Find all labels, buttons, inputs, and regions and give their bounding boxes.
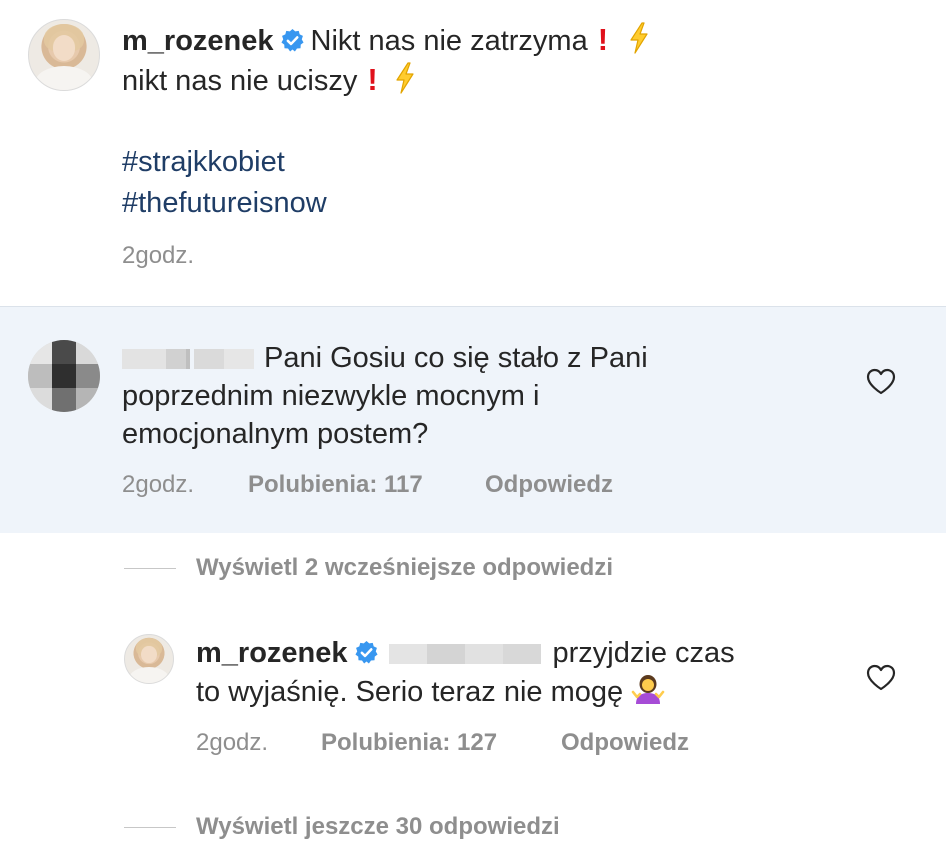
comment-timestamp: 2godz.	[122, 471, 195, 498]
avatar-face	[52, 35, 76, 61]
heart-outline-icon[interactable]	[866, 368, 896, 395]
avatar-shoulders	[128, 666, 170, 683]
lightning-emoji-icon	[396, 62, 414, 94]
lightning-emoji-icon	[630, 22, 648, 54]
caption-timestamp: 2godz.	[122, 242, 195, 269]
author-avatar[interactable]	[28, 19, 100, 91]
post-caption: m_rozenek Nikt nas nie zatrzyma! nikt nas…	[0, 0, 946, 306]
verified-badge-icon	[280, 29, 304, 52]
blurred-username[interactable]	[122, 349, 254, 370]
comment-text-3: emocjonalnym postem?	[122, 418, 429, 450]
caption-text-1: Nikt nas nie zatrzyma	[310, 25, 588, 57]
reply-line-2: to wyjaśnię. Serio teraz nie mogę	[196, 672, 665, 711]
heart-outline-icon[interactable]	[866, 664, 896, 691]
woman-shrugging-emoji-icon	[631, 675, 665, 704]
reply-text-2: to wyjaśnię. Serio teraz nie mogę	[196, 676, 624, 708]
red-exclamation-emoji-icon: !	[367, 62, 378, 97]
view-earlier-replies-button[interactable]: Wyświetl 2 wcześniejsze odpowiedzi	[124, 553, 724, 583]
reply-author-avatar[interactable]	[124, 634, 174, 684]
comment-text-1: Pani Gosiu co się stało z Pani	[264, 342, 648, 374]
caption-text-2: nikt nas nie uciszy	[122, 65, 358, 97]
reply-line-1: m_rozenek przyjdzie czas	[196, 634, 735, 672]
replies-divider-line	[124, 568, 176, 569]
verified-badge-icon	[354, 641, 378, 664]
commenter-avatar-blurred[interactable]	[28, 340, 100, 412]
comment-likes-count[interactable]: Polubienia: 117	[248, 470, 423, 500]
author-username[interactable]: m_rozenek	[122, 25, 274, 57]
replies-divider-line	[124, 827, 176, 828]
comment-text-2: poprzednim niezwykle mocnym i	[122, 380, 540, 412]
view-more-replies-button[interactable]: Wyświetl jeszcze 30 odpowiedzi	[124, 812, 724, 842]
comments-screen: m_rozenek Nikt nas nie zatrzyma! nikt nas…	[0, 0, 946, 858]
caption-line-1: m_rozenek Nikt nas nie zatrzyma!	[122, 21, 650, 60]
reply-likes-count[interactable]: Polubienia: 127	[321, 728, 497, 758]
comment-reply-button[interactable]: Odpowiedz	[485, 470, 613, 500]
reply-reply-button[interactable]: Odpowiedz	[561, 728, 689, 758]
hashtag-link[interactable]: #thefutureisnow	[122, 184, 327, 222]
red-exclamation-emoji-icon: !	[597, 22, 609, 57]
view-earlier-replies-label: Wyświetl 2 wcześniejsze odpowiedzi	[196, 554, 614, 581]
blurred-mention[interactable]	[388, 644, 541, 665]
reply-timestamp: 2godz.	[196, 729, 269, 756]
avatar-face	[141, 645, 157, 663]
caption-line-2: nikt nas nie uciszy!	[122, 61, 416, 100]
reply-text-1: przyjdzie czas	[552, 637, 735, 669]
hashtag-link[interactable]: #strajkkobiet	[122, 143, 285, 181]
reply-username[interactable]: m_rozenek	[196, 637, 348, 669]
avatar-shoulders	[34, 66, 94, 90]
view-more-replies-label: Wyświetl jeszcze 30 odpowiedzi	[196, 813, 560, 840]
comment-line-1: Pani Gosiu co się stało z Pani	[122, 339, 648, 377]
